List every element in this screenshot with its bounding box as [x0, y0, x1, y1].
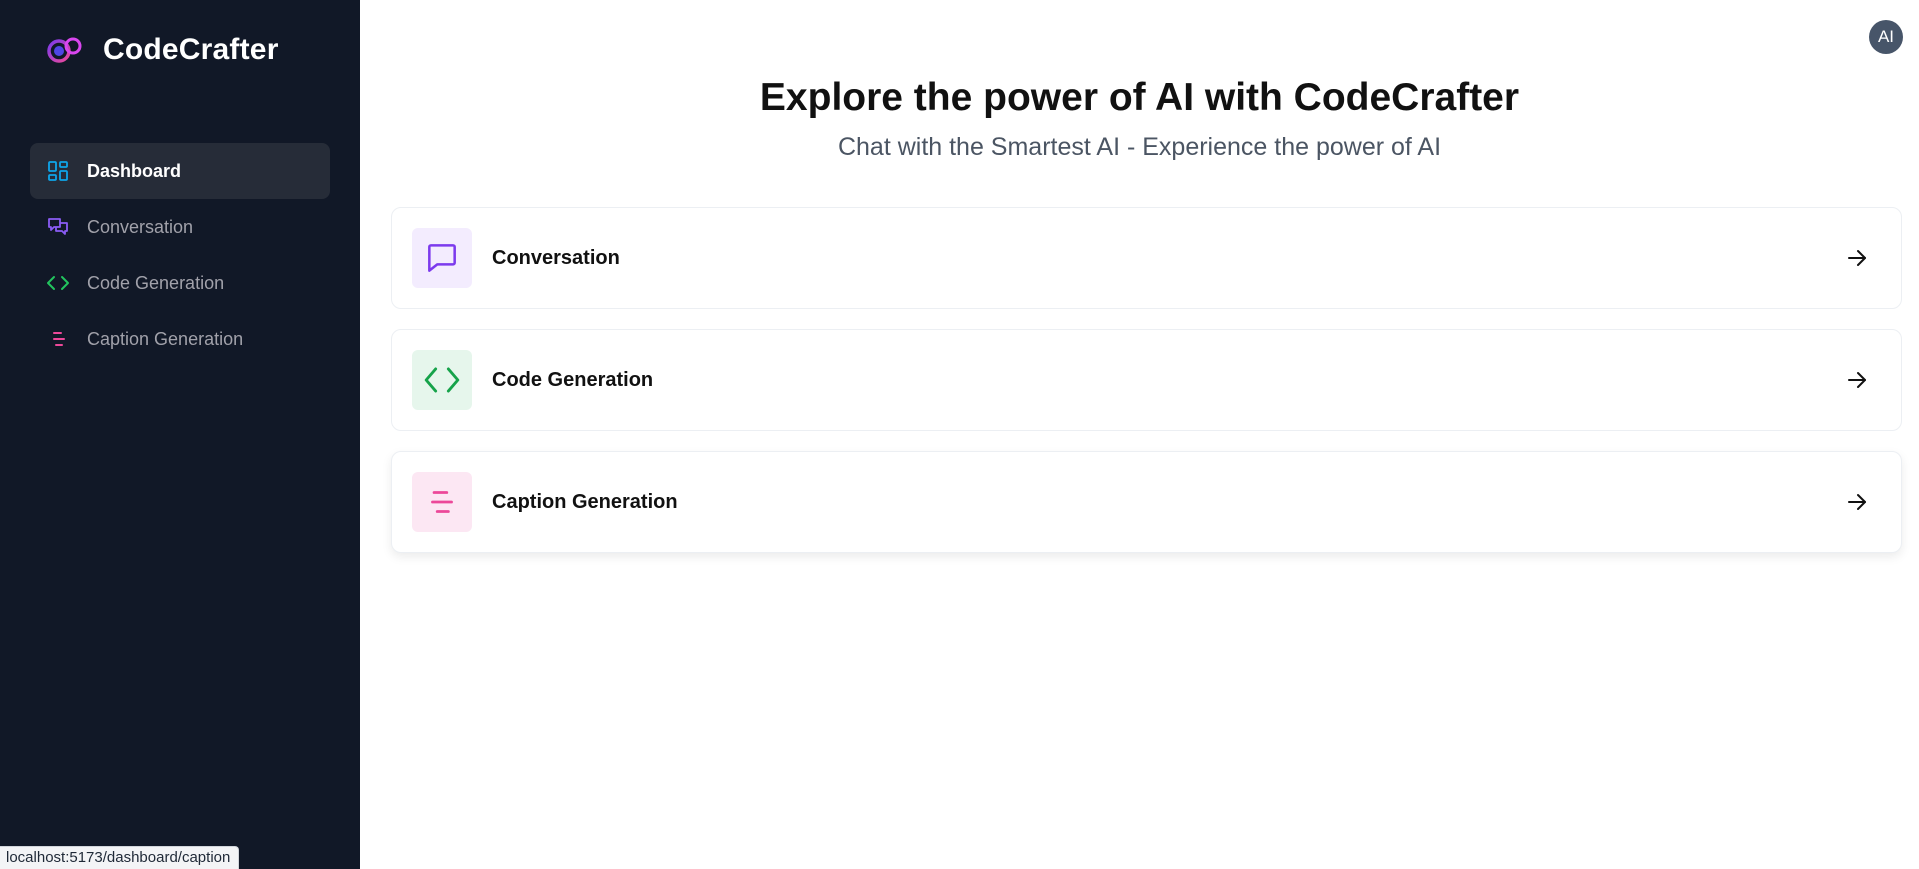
main-content: AI Explore the power of AI with CodeCraf… [360, 0, 1919, 869]
dashboard-icon [45, 158, 71, 184]
card-label: Caption Generation [492, 490, 678, 513]
code-icon [45, 270, 71, 296]
sidebar-item-dashboard[interactable]: Dashboard [30, 143, 330, 199]
sidebar-item-caption-generation[interactable]: Caption Generation [30, 311, 330, 367]
code-icon [424, 367, 460, 393]
sidebar-item-label: Conversation [87, 216, 194, 237]
sidebar-item-code-generation[interactable]: Code Generation [30, 255, 330, 311]
card-icon-wrapper [412, 350, 472, 410]
avatar[interactable]: AI [1869, 20, 1903, 54]
chat-icon [428, 244, 456, 272]
sidebar-item-label: Code Generation [87, 272, 225, 293]
status-bar-url: localhost:5173/dashboard/caption [0, 846, 240, 869]
card-label: Conversation [492, 246, 620, 269]
card-caption-generation[interactable]: Caption Generation [391, 451, 1902, 553]
sidebar-nav: Dashboard Conversation Code Generation C… [30, 143, 330, 367]
sidebar-item-conversation[interactable]: Conversation [30, 199, 330, 255]
page-subtitle: Chat with the Smartest AI - Experience t… [837, 133, 1442, 161]
logo-icon [47, 37, 82, 63]
arrow-right-icon[interactable] [1845, 246, 1869, 270]
card-conversation[interactable]: Conversation [391, 207, 1902, 309]
caption-icon [431, 491, 453, 513]
brand[interactable]: CodeCrafter [45, 30, 279, 70]
card-icon-wrapper [412, 472, 472, 532]
card-icon-wrapper [412, 228, 472, 288]
page-title: Explore the power of AI with CodeCrafter [759, 76, 1520, 119]
sidebar-item-label: Dashboard [87, 160, 182, 181]
arrow-right-icon[interactable] [1845, 368, 1869, 392]
tools-list: Conversation Code Generation Caption Gen… [391, 207, 1902, 573]
app-name: CodeCrafter [103, 33, 279, 66]
chat-icon [45, 214, 71, 240]
card-label: Code Generation [492, 368, 654, 391]
sidebar: CodeCrafter Dashboard Conversation Code … [0, 0, 360, 869]
arrow-right-icon[interactable] [1845, 490, 1869, 514]
sidebar-item-label: Caption Generation [87, 328, 244, 349]
caption-icon [45, 326, 71, 352]
card-code-generation[interactable]: Code Generation [391, 329, 1902, 431]
